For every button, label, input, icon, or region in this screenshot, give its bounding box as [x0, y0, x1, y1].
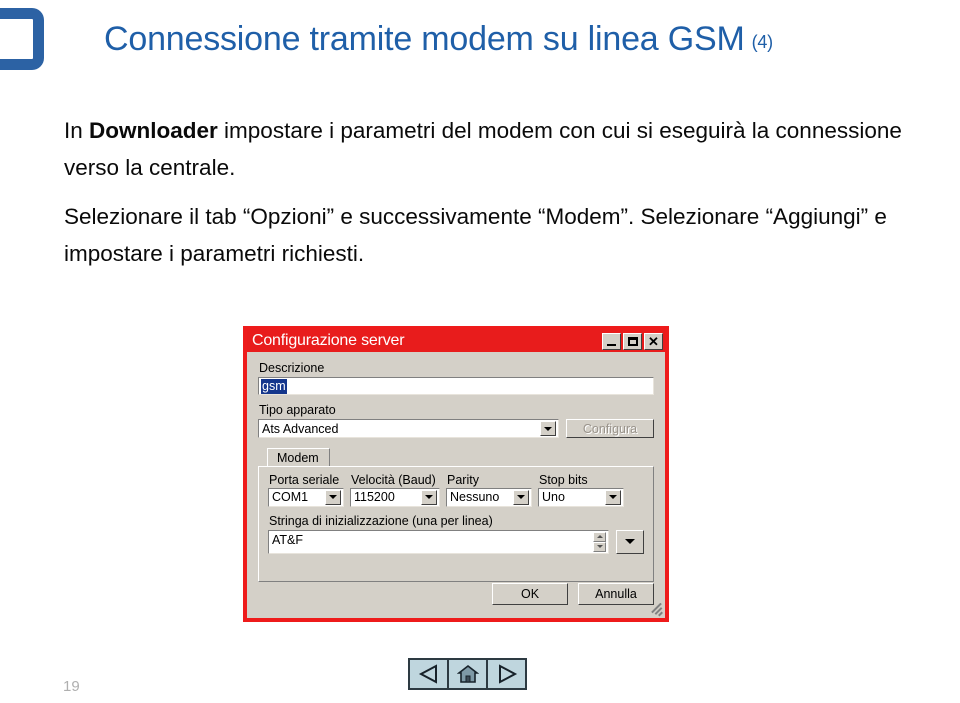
descrizione-value: gsm	[261, 378, 287, 394]
dialog-body: Descrizione gsm Tipo apparato Ats Advanc…	[247, 352, 665, 618]
stop-bits-select[interactable]: Uno	[538, 487, 624, 507]
minimize-button[interactable]	[602, 332, 621, 350]
init-string-row: AT&F	[268, 529, 644, 554]
velocita-baud-group: Velocità (Baud) 115200	[350, 473, 440, 507]
house-icon	[456, 664, 479, 683]
serial-settings-row: Porta seriale COM1 Velocità (Baud) 11520…	[268, 473, 644, 507]
maximize-button[interactable]	[623, 332, 642, 350]
page-title: Connessione tramite modem su linea GSM (4…	[104, 15, 773, 63]
velocita-baud-select[interactable]: 115200	[350, 487, 440, 507]
minimize-icon	[607, 343, 616, 346]
close-icon: ✕	[648, 333, 659, 349]
tipo-apparato-select[interactable]: Ats Advanced	[258, 419, 559, 438]
init-string-value: AT&F	[272, 532, 304, 547]
maximize-icon	[628, 336, 638, 346]
paragraph-1-bold: Downloader	[89, 118, 218, 143]
spinner-up-icon[interactable]	[593, 531, 606, 542]
porta-seriale-group: Porta seriale COM1	[268, 473, 344, 507]
descrizione-input[interactable]: gsm	[258, 377, 654, 395]
paragraph-2: Selezionare il tab “Opzioni” e successiv…	[64, 204, 887, 266]
porta-seriale-select[interactable]: COM1	[268, 487, 344, 507]
resize-grip-icon[interactable]	[649, 603, 663, 617]
modem-tab-panel: Porta seriale COM1 Velocità (Baud) 11520…	[258, 465, 654, 582]
chevron-down-icon[interactable]	[605, 489, 621, 505]
parity-label: Parity	[447, 472, 479, 487]
cancel-button[interactable]: Annulla	[578, 583, 654, 605]
brand-logo-icon	[0, 8, 44, 70]
page-title-suffix: (4)	[751, 32, 774, 52]
tipo-apparato-label: Tipo apparato	[259, 403, 336, 417]
tab-area: Modem Porta seriale COM1 Velocità (Baud)	[258, 448, 654, 582]
configura-button[interactable]: Configura	[566, 419, 654, 438]
parity-group: Parity Nessuno	[446, 473, 532, 507]
nav-forward-button[interactable]	[486, 658, 527, 690]
velocita-baud-label: Velocità (Baud)	[351, 472, 436, 487]
tipo-apparato-value: Ats Advanced	[262, 421, 339, 436]
tipo-apparato-row: Ats Advanced Configura	[258, 419, 654, 438]
dialog-button-row: OK Annulla	[492, 583, 654, 605]
paragraph-1: In Downloader impostare i parametri del …	[64, 112, 944, 186]
configurazione-server-dialog: Configurazione server ✕ Descrizione gsm …	[243, 326, 669, 622]
stop-bits-group: Stop bits Uno	[538, 473, 624, 507]
stop-bits-label: Stop bits	[539, 472, 588, 487]
chevron-down-icon[interactable]	[325, 489, 341, 505]
init-string-dropdown-button[interactable]	[616, 529, 644, 554]
page-number: 19	[63, 678, 80, 695]
init-string-label: Stringa di inizializzazione (una per lin…	[269, 513, 493, 528]
porta-seriale-value: COM1	[272, 490, 309, 504]
triangle-right-icon	[498, 664, 517, 684]
chevron-down-icon[interactable]	[421, 489, 437, 505]
close-button[interactable]: ✕	[644, 332, 663, 350]
velocita-baud-value: 115200	[354, 490, 395, 504]
dialog-title: Configurazione server	[252, 332, 405, 349]
slide-body: In Downloader impostare i parametri del …	[64, 112, 944, 272]
parity-value: Nessuno	[450, 490, 500, 504]
ok-button[interactable]: OK	[492, 583, 568, 605]
tab-modem[interactable]: Modem	[267, 448, 330, 466]
page-title-text: Connessione tramite modem su linea GSM	[104, 20, 745, 58]
triangle-left-icon	[418, 664, 437, 684]
nav-home-button[interactable]	[447, 658, 488, 690]
descrizione-label: Descrizione	[259, 361, 325, 375]
porta-seriale-label: Porta seriale	[269, 472, 340, 487]
paragraph-1-prefix: In	[64, 118, 90, 143]
init-string-spinner[interactable]	[593, 531, 606, 552]
init-string-input[interactable]: AT&F	[268, 529, 609, 554]
nav-back-button[interactable]	[408, 658, 449, 690]
spinner-down-icon[interactable]	[593, 541, 606, 552]
chevron-down-icon[interactable]	[540, 421, 556, 436]
chevron-down-icon[interactable]	[513, 489, 529, 505]
parity-select[interactable]: Nessuno	[446, 487, 532, 507]
chevron-down-icon	[625, 539, 635, 544]
slide-navigation	[408, 658, 527, 690]
dialog-titlebar[interactable]: Configurazione server ✕	[247, 330, 665, 352]
stop-bits-value: Uno	[542, 490, 565, 504]
